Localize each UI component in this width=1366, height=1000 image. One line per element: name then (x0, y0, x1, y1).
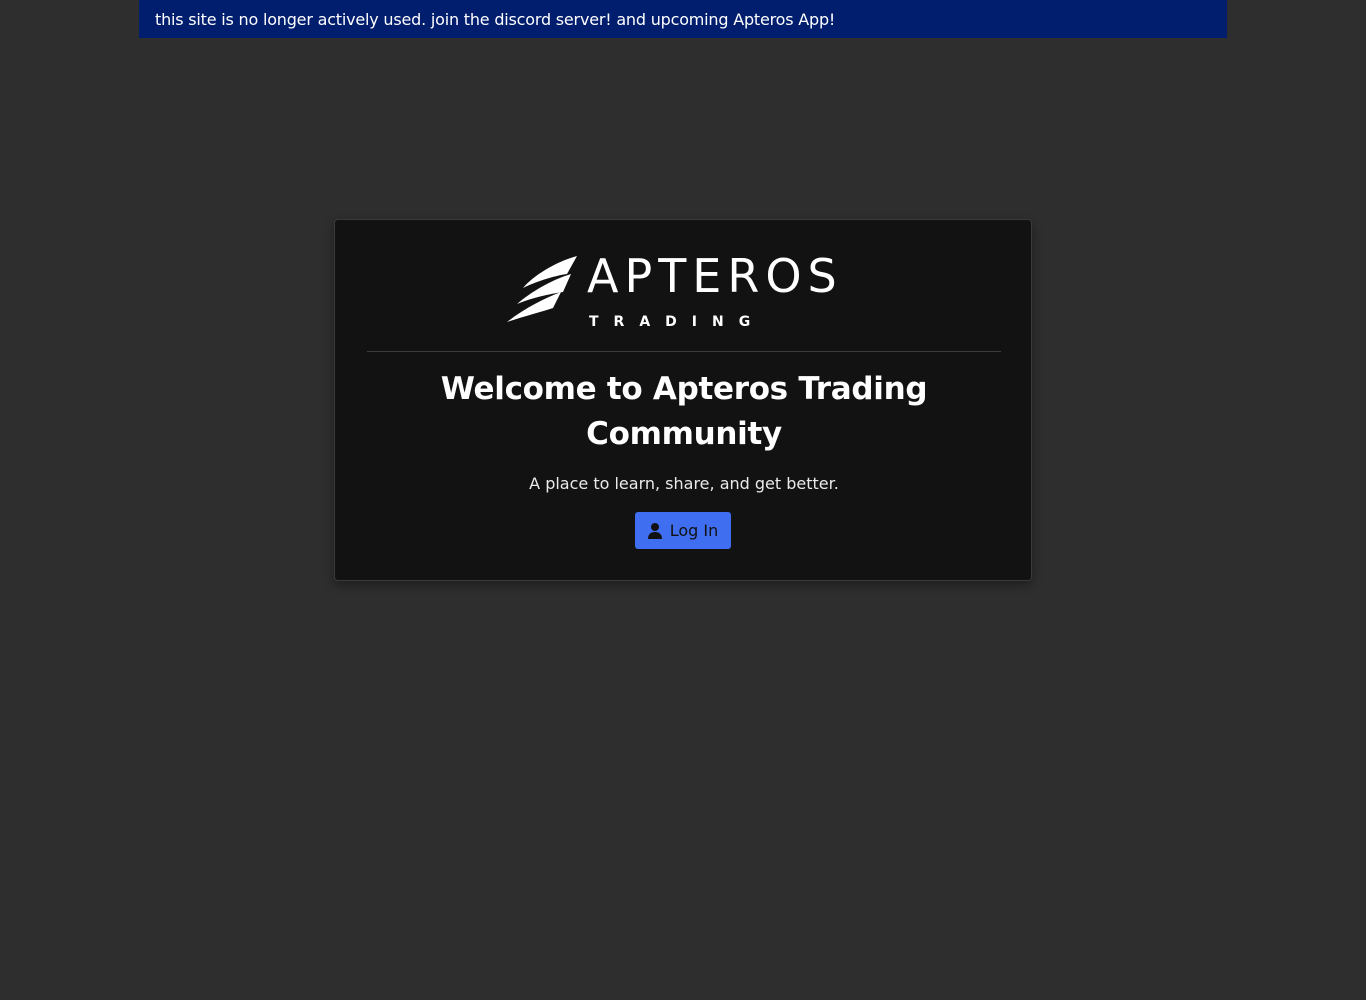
wing-icon (507, 256, 577, 322)
divider (367, 351, 1001, 352)
page-title: Welcome to Apteros Trading Community (440, 371, 928, 452)
login-button[interactable]: Log In (635, 512, 731, 549)
welcome-card: APTEROS TRADING Welcome to Apteros Tradi… (334, 219, 1032, 581)
user-icon (647, 522, 662, 539)
logo-tagline: TRADING (589, 314, 766, 330)
page-subtitle: A place to learn, share, and get better. (529, 474, 839, 493)
notice-banner-text: this site is no longer actively used. jo… (155, 9, 836, 29)
apteros-logo: APTEROS TRADING (505, 252, 867, 336)
logo-wordmark: APTEROS (587, 249, 843, 303)
login-button-label: Log In (669, 521, 719, 540)
notice-banner: this site is no longer actively used. jo… (139, 0, 1227, 38)
